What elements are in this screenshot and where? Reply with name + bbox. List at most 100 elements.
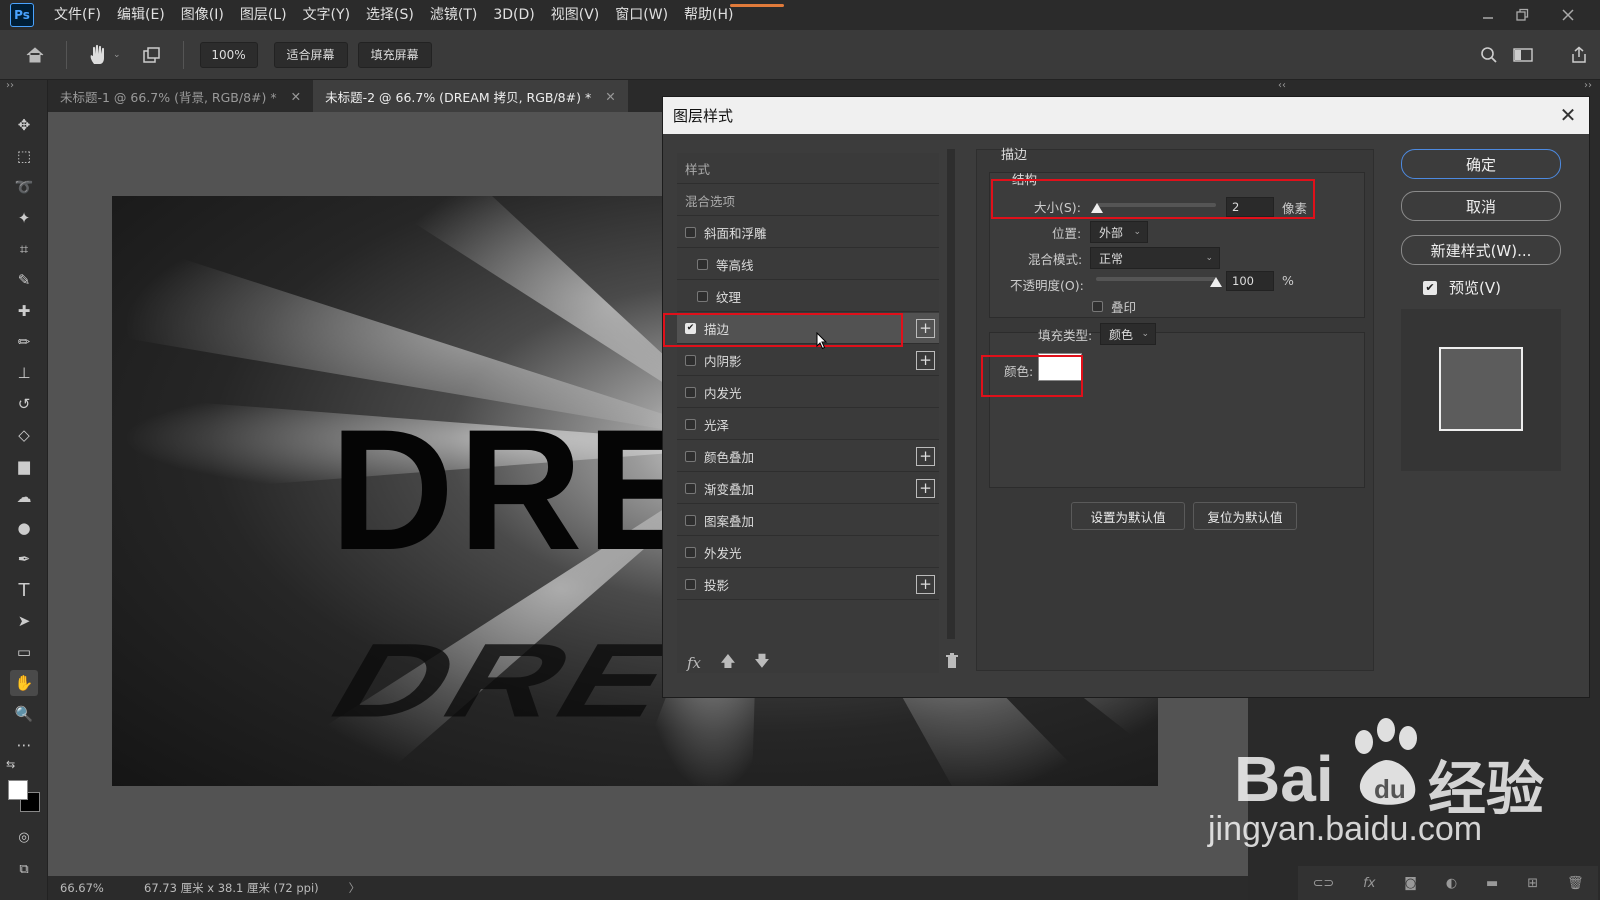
marquee-tool-icon[interactable]: ⬚ — [10, 143, 38, 169]
history-brush-tool-icon[interactable]: ↺ — [10, 391, 38, 417]
hand-tool-icon[interactable] — [83, 40, 113, 70]
foreground-color-swatch[interactable] — [8, 780, 28, 800]
path-selection-tool-icon[interactable]: ➤ — [10, 608, 38, 634]
checkbox-icon[interactable] — [697, 290, 708, 302]
quick-mask-icon[interactable]: ◎ — [10, 824, 38, 850]
checkbox-icon[interactable] — [685, 482, 696, 494]
fx-icon[interactable]: fx — [1363, 876, 1375, 891]
style-list-scrollbar[interactable] — [947, 149, 955, 639]
tab-document-1[interactable]: 未标题-1 @ 66.7% (背景, RGB/8#) * ✕ — [48, 80, 313, 112]
menu-item[interactable]: 3D(D) — [485, 0, 542, 30]
cancel-button[interactable]: 取消 — [1401, 191, 1561, 221]
style-item[interactable]: 颜色叠加 + — [677, 441, 939, 472]
blend-mode-select[interactable]: 正常 ⌄ — [1090, 247, 1220, 269]
adjustment-icon[interactable]: ◐ — [1446, 876, 1457, 891]
tab-document-2[interactable]: 未标题-2 @ 66.7% (DREAM 拷贝, RGB/8#) * ✕ — [313, 80, 628, 112]
checkbox-icon[interactable] — [685, 546, 696, 558]
add-style-icon[interactable]: + — [916, 351, 935, 370]
menu-item[interactable]: 文件(F) — [46, 0, 109, 30]
share-icon[interactable] — [1564, 40, 1594, 70]
hand-tool-icon[interactable]: ✋ — [10, 670, 38, 696]
position-select[interactable]: 外部 ⌄ — [1090, 221, 1148, 243]
chevron-down-icon[interactable]: ⌄ — [113, 50, 121, 60]
checkbox-icon[interactable] — [685, 514, 696, 526]
menu-item[interactable]: 图像(I) — [173, 0, 232, 30]
add-style-icon[interactable]: + — [916, 447, 935, 466]
style-item[interactable]: 内发光 — [677, 377, 939, 408]
zoom-level-button[interactable]: 100% — [199, 41, 258, 68]
clone-stamp-tool-icon[interactable]: ⊥ — [10, 360, 38, 386]
link-layers-icon[interactable]: ⊂⊃ — [1312, 876, 1334, 891]
style-item[interactable]: 光泽 — [677, 409, 939, 440]
pen-tool-icon[interactable]: ✒ — [10, 546, 38, 572]
collapse-left-icon[interactable]: ‹‹ — [1278, 80, 1286, 91]
collapse-right-icon[interactable]: ›› — [1584, 80, 1592, 91]
close-icon[interactable]: ✕ — [1557, 103, 1579, 127]
checkbox-icon[interactable] — [685, 226, 696, 238]
zoom-tool-icon[interactable]: 🔍 — [10, 701, 38, 727]
add-style-icon[interactable]: + — [916, 575, 935, 594]
styles-header[interactable]: 样式 — [677, 153, 939, 184]
style-item[interactable]: 图案叠加 — [677, 505, 939, 536]
trash-icon[interactable] — [935, 653, 969, 673]
move-tool-icon[interactable]: ✥ — [10, 112, 38, 138]
lasso-tool-icon[interactable]: ➰ — [10, 174, 38, 200]
style-item[interactable]: 投影 + — [677, 569, 939, 600]
checkbox-icon[interactable] — [685, 418, 696, 430]
move-up-icon[interactable]: 🡅 — [711, 651, 745, 676]
folder-icon[interactable]: ▬ — [1486, 876, 1498, 891]
color-swatches[interactable] — [6, 778, 42, 814]
mask-icon[interactable]: ◙ — [1404, 876, 1417, 891]
swap-colors-icon[interactable]: ⇆ — [6, 758, 15, 771]
new-layer-icon[interactable]: ⊞ — [1527, 876, 1538, 891]
style-item[interactable]: 等高线 — [677, 249, 939, 280]
style-item[interactable]: 纹理 — [677, 281, 939, 312]
home-icon[interactable] — [20, 40, 50, 70]
eraser-tool-icon[interactable]: ◇ — [10, 422, 38, 448]
opacity-slider-track[interactable] — [1096, 277, 1216, 281]
restore-icon[interactable] — [1502, 0, 1542, 30]
blend-options-item[interactable]: 混合选项 — [677, 185, 939, 216]
style-item[interactable]: 内阴影 + — [677, 345, 939, 376]
close-icon[interactable]: ✕ — [291, 89, 301, 104]
style-item[interactable]: 外发光 — [677, 537, 939, 568]
brush-tool-icon[interactable]: ✏ — [10, 329, 38, 355]
new-style-button[interactable]: 新建样式(W)... — [1401, 235, 1561, 265]
checkmark-icon[interactable]: ✔ — [1423, 280, 1437, 295]
close-window-icon[interactable] — [1548, 0, 1588, 30]
menu-item[interactable]: 视图(V) — [543, 0, 608, 30]
eyedropper-tool-icon[interactable]: ✎ — [10, 267, 38, 293]
close-icon[interactable]: ✕ — [605, 89, 615, 104]
checkbox-icon[interactable] — [1092, 301, 1103, 312]
menu-item[interactable]: 滤镜(T) — [422, 0, 485, 30]
add-style-icon[interactable]: + — [916, 479, 935, 498]
move-down-icon[interactable]: 🡇 — [745, 651, 779, 676]
checkbox-icon[interactable] — [685, 578, 696, 590]
add-style-icon[interactable]: + — [916, 319, 935, 338]
opacity-input[interactable]: 100 — [1226, 271, 1274, 291]
smudge-tool-icon[interactable]: ☁ — [10, 484, 38, 510]
fill-screen-button[interactable]: 填充屏幕 — [357, 41, 432, 68]
workspace-icon[interactable] — [1508, 40, 1538, 70]
magic-wand-tool-icon[interactable]: ✦ — [10, 205, 38, 231]
more-tools-icon[interactable]: ⋯ — [10, 732, 38, 758]
dodge-tool-icon[interactable]: ● — [10, 515, 38, 541]
preview-checkbox[interactable]: ✔ 预览(V) — [1423, 277, 1501, 298]
checkbox-icon[interactable] — [685, 354, 696, 366]
menu-item[interactable]: 选择(S) — [358, 0, 422, 30]
crop-tool-icon[interactable]: ⌗ — [10, 236, 38, 262]
status-arrow-icon[interactable]: 〉 — [349, 880, 361, 896]
menu-item[interactable]: 窗口(W) — [607, 0, 676, 30]
ok-button[interactable]: 确定 — [1401, 149, 1561, 179]
fill-type-select[interactable]: 颜色 ⌄ — [1100, 323, 1156, 345]
rectangle-tool-icon[interactable]: ▭ — [10, 639, 38, 665]
fx-icon[interactable]: fx — [677, 654, 711, 672]
menu-item[interactable]: 文字(Y) — [295, 0, 358, 30]
reset-default-button[interactable]: 复位为默认值 — [1193, 502, 1297, 530]
checkbox-icon[interactable] — [685, 386, 696, 398]
fit-screen-button[interactable]: 适合屏幕 — [273, 41, 348, 68]
collapse-icon[interactable]: ›› — [6, 80, 14, 91]
overprint-checkbox[interactable]: 叠印 — [1092, 297, 1136, 316]
gradient-tool-icon[interactable]: ▆ — [10, 453, 38, 479]
screen-mode-icon[interactable]: ⧉ — [10, 856, 38, 882]
